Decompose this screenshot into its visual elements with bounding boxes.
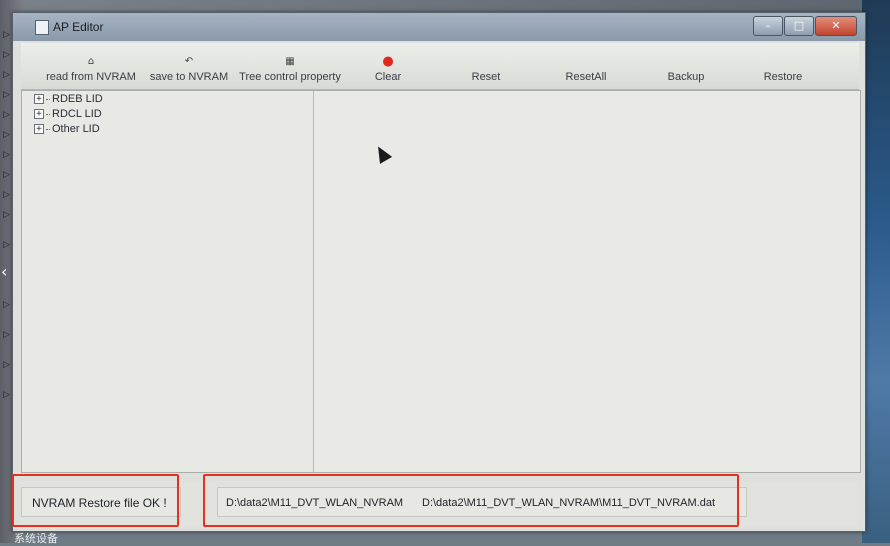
tree-connector	[46, 98, 50, 100]
collapse-arrow-icon: ▷	[3, 390, 10, 400]
lid-tree-view[interactable]: + RDEB LID + RDCL LID + Other LID	[22, 91, 314, 472]
collapse-arrow-icon: ▷	[3, 170, 10, 180]
collapse-arrow-icon: ▷	[3, 190, 10, 200]
tree-item-label: RDCL LID	[52, 108, 102, 120]
read-from-nvram-button[interactable]: ⌂ read from NVRAM	[41, 43, 141, 89]
ap-editor-window: AP Editor – □ ✕ ⌂ read from NVRAM ↶ save…	[12, 12, 866, 532]
collapse-arrow-icon: ▷	[3, 130, 10, 140]
collapse-arrow-icon: ▷	[3, 30, 10, 40]
collapse-arrow-icon: ▷	[3, 70, 10, 80]
reset-all-button[interactable]: · ResetAll	[556, 43, 616, 89]
restore-button[interactable]: · Restore	[753, 43, 813, 89]
tree-property-icon: ▦	[285, 56, 295, 67]
expand-plus-icon[interactable]: +	[34, 109, 44, 119]
status-path-short: D:\data2\M11_DVT_WLAN_NVRAM	[226, 497, 404, 509]
toolbar-label: Clear	[374, 71, 402, 83]
tree-item-rdcl-lid[interactable]: + RDCL LID	[34, 108, 102, 120]
read-icon: ⌂	[87, 56, 95, 67]
backup-button[interactable]: · Backup	[656, 43, 716, 89]
clear-red-icon: ●	[382, 54, 394, 69]
collapse-arrow-icon: ▷	[3, 50, 10, 60]
save-to-nvram-button[interactable]: ↶ save to NVRAM	[145, 43, 233, 89]
collapse-arrow-icon: ▷	[3, 300, 10, 310]
status-bar: NVRAM Restore file OK ! D:\data2\M11_DVT…	[21, 481, 859, 527]
collapse-arrow-icon: ▷	[3, 210, 10, 220]
clear-button[interactable]: ● Clear	[363, 43, 413, 89]
toolbar-label: Restore	[763, 71, 803, 83]
window-controls: – □ ✕	[752, 16, 857, 36]
title-bar[interactable]: AP Editor – □ ✕	[13, 13, 865, 41]
window-title: AP Editor	[53, 20, 104, 34]
tree-item-label: Other LID	[52, 123, 100, 135]
save-arrow-icon: ↶	[184, 56, 194, 67]
status-path-full: D:\data2\M11_DVT_WLAN_NVRAM\M11_DVT_NVRA…	[422, 497, 716, 509]
collapse-arrow-icon: ▷	[3, 240, 10, 250]
tree-item-other-lid[interactable]: + Other LID	[34, 123, 100, 135]
collapse-arrow-icon: ▷	[3, 110, 10, 120]
expand-plus-icon[interactable]: +	[34, 94, 44, 104]
tree-connector	[46, 128, 50, 130]
collapse-arrow-icon: ▷	[3, 90, 10, 100]
taskbar-label: 系统设备	[14, 532, 58, 545]
minimize-button[interactable]: –	[753, 16, 783, 36]
status-message: NVRAM Restore file OK !	[21, 487, 181, 517]
detail-panel[interactable]	[314, 91, 860, 472]
toolbar: ⌂ read from NVRAM ↶ save to NVRAM ▦ Tree…	[21, 43, 859, 90]
toolbar-label: Backup	[667, 71, 705, 83]
chevron-left-icon[interactable]: ‹	[1, 262, 7, 281]
tree-control-property-button[interactable]: ▦ Tree control property	[235, 43, 345, 89]
expand-plus-icon[interactable]: +	[34, 124, 44, 134]
main-content: + RDEB LID + RDCL LID + Other LID	[21, 90, 861, 473]
status-file-path: D:\data2\M11_DVT_WLAN_NVRAM D:\data2\M11…	[217, 487, 747, 517]
maximize-button[interactable]: □	[784, 16, 814, 36]
tree-connector	[46, 113, 50, 115]
toolbar-label: Tree control property	[239, 71, 341, 83]
collapse-arrow-icon: ▷	[3, 150, 10, 160]
reset-button[interactable]: · Reset	[461, 43, 511, 89]
close-button[interactable]: ✕	[815, 16, 857, 36]
toolbar-label: save to NVRAM	[149, 71, 229, 83]
tree-item-label: RDEB LID	[52, 93, 103, 105]
collapse-arrow-icon: ▷	[3, 360, 10, 370]
toolbar-label: read from NVRAM	[46, 71, 136, 83]
tree-item-rdeb-lid[interactable]: + RDEB LID	[34, 93, 103, 105]
collapse-arrow-icon: ▷	[3, 330, 10, 340]
app-icon	[35, 20, 49, 35]
toolbar-label: Reset	[471, 71, 501, 83]
background-desktop-right	[862, 0, 890, 543]
toolbar-label: ResetAll	[565, 71, 607, 83]
